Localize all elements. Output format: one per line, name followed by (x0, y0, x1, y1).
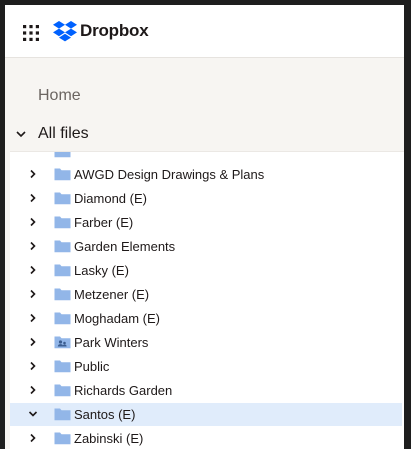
folder-icon (54, 288, 71, 301)
window-edge (404, 5, 411, 449)
tree-row-label: Santos (E) (74, 407, 136, 422)
nav-home[interactable]: Home (38, 87, 81, 105)
folder-icon (54, 312, 71, 325)
folder-icon (54, 152, 71, 158)
folder-icon (54, 408, 71, 421)
chevron-right-icon[interactable] (28, 169, 38, 179)
chevron-right-icon[interactable] (28, 265, 38, 275)
chevron-right-icon[interactable] (28, 193, 38, 203)
tree-row-label: Zabinski (E) (74, 431, 144, 446)
folder-icon (54, 168, 71, 181)
chevron-right-icon[interactable] (28, 361, 38, 371)
dropbox-window: Dropbox Home All files AWGD Design Drawi… (5, 5, 409, 449)
tree-row[interactable]: Richards Garden (10, 379, 402, 402)
nav-all-files[interactable]: All files (5, 120, 409, 148)
chevron-right-icon[interactable] (28, 337, 38, 347)
folder-tree: AWGD Design Drawings & Plans Diamond (E) F… (10, 151, 406, 449)
brand-name: Dropbox (80, 21, 149, 40)
tree-row[interactable]: Garden Elements (10, 235, 402, 258)
tree-row[interactable]: Park Winters (10, 331, 402, 354)
folder-icon (54, 264, 71, 277)
folder-icon (54, 240, 71, 253)
tree-row[interactable]: Lasky (E) (10, 259, 402, 282)
tree-row-label: Public (74, 359, 110, 374)
chevron-right-icon[interactable] (28, 385, 38, 395)
top-bar: Dropbox (5, 5, 409, 58)
tree-row-label: Farber (E) (74, 215, 134, 230)
tree-row-label: Metzener (E) (74, 287, 150, 302)
nav-all-files-label: All files (38, 125, 89, 142)
grid-icon[interactable] (19, 21, 43, 45)
tree-row[interactable]: Farber (E) (10, 211, 402, 234)
folder-icon (54, 216, 71, 229)
folder-icon (54, 360, 71, 373)
shared-folder-icon (54, 336, 71, 349)
folder-icon (54, 192, 71, 205)
tree-row-label: Garden Elements (74, 239, 176, 254)
tree-row-label: AWGD Design Drawings & Plans (74, 167, 265, 182)
tree-row-label: Diamond (E) (74, 191, 147, 206)
tree-row[interactable]: Moghadam (E) (10, 307, 402, 330)
tree-row[interactable]: Diamond (E) (10, 187, 402, 210)
chevron-right-icon[interactable] (28, 289, 38, 299)
tree-row[interactable]: AWGD Design Drawings & Plans (10, 163, 402, 186)
tree-row[interactable]: Santos (E) (10, 403, 402, 426)
folder-icon (54, 432, 71, 445)
tree-row[interactable]: Zabinski (E) (10, 427, 402, 449)
sidebar: Home All files AWGD Design Drawings & Pl… (5, 58, 409, 449)
chevron-right-icon[interactable] (28, 313, 38, 323)
chevron-right-icon[interactable] (28, 217, 38, 227)
tree-row-label: Lasky (E) (74, 263, 129, 278)
tree-row[interactable]: Metzener (E) (10, 283, 402, 306)
tree-row-label: Park Winters (74, 335, 149, 350)
tree-row-partial[interactable] (10, 152, 402, 163)
tree-row-label: Moghadam (E) (74, 311, 160, 326)
chevron-down-icon[interactable] (28, 409, 38, 419)
chevron-right-icon[interactable] (28, 241, 38, 251)
folder-icon (54, 384, 71, 397)
chevron-right-icon[interactable] (28, 433, 38, 443)
tree-row[interactable]: Public (10, 355, 402, 378)
dropbox-logo-icon (53, 21, 77, 42)
chevron-down-icon[interactable] (15, 128, 27, 140)
dropbox-brand[interactable]: Dropbox (53, 19, 149, 43)
tree-row-label: Richards Garden (74, 383, 173, 398)
